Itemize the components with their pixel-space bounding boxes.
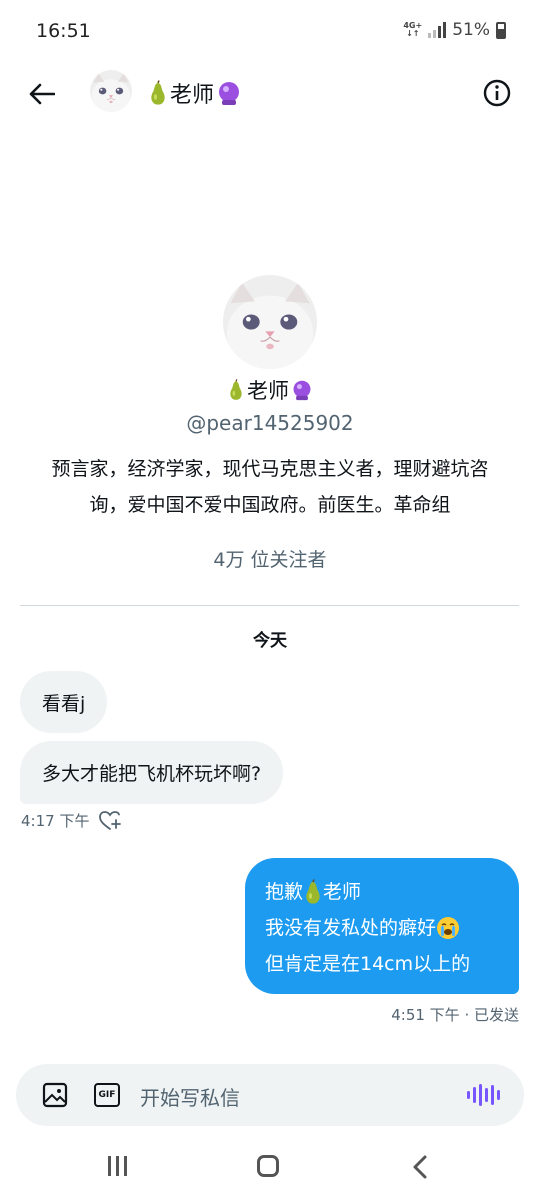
incoming-message[interactable]: 多大才能把飞机杯玩坏啊?: [20, 741, 284, 804]
back-arrow-icon: [29, 83, 55, 105]
home-icon[interactable]: [257, 1155, 279, 1177]
message-text: 看看j: [42, 692, 86, 715]
message-composer: GIF 开始写私信: [16, 1064, 524, 1126]
gif-icon[interactable]: GIF: [94, 1083, 120, 1107]
message-input[interactable]: 开始写私信: [140, 1082, 240, 1111]
heart-plus-icon[interactable]: [99, 810, 122, 831]
recent-apps-icon[interactable]: [108, 1156, 127, 1176]
info-button[interactable]: [478, 74, 516, 112]
header-name[interactable]: 老师: [148, 77, 242, 109]
voice-icon[interactable]: [467, 1084, 500, 1106]
message-text: 抱歉: [265, 881, 304, 903]
conversation-header: 老师: [0, 62, 540, 124]
pear-emoji-icon: [303, 879, 323, 905]
status-icons: 4G+ ↓↑ 51%: [403, 20, 506, 40]
cat-avatar-image: [223, 275, 317, 369]
image-icon[interactable]: [42, 1082, 68, 1108]
outgoing-message[interactable]: 抱歉 老师 我没有发私处的癖好 但肯定是在14cm以上的: [245, 858, 519, 994]
header-name-text: 老师: [170, 83, 215, 108]
message-line: 我没有发私处的癖好: [265, 910, 499, 946]
profile-bio: 预言家，经济学家，现代马克思主义者，理财避坑咨询，爱中国不爱中国政府。前医生。革…: [51, 458, 489, 516]
profile-name: 老师: [0, 375, 540, 405]
message-text: 多大才能把飞机杯玩坏啊?: [42, 763, 262, 785]
incoming-message-meta: 4:17 下午: [21, 810, 122, 831]
status-time: 16:51: [36, 20, 91, 42]
battery-icon: [496, 21, 506, 39]
profile-card[interactable]: 老师 @pear14525902 预言家，经济学家，现代马克思主义者，理财避坑咨…: [0, 275, 540, 572]
message-line: 但肯定是在14cm以上的: [265, 946, 499, 982]
pear-emoji-icon: [148, 80, 168, 106]
message-time: 4:17 下午: [21, 812, 90, 830]
crystal-ball-emoji-icon: [291, 379, 313, 401]
message-line: 抱歉 老师: [265, 874, 499, 910]
header-avatar[interactable]: [90, 70, 132, 112]
nav-back-icon[interactable]: [410, 1154, 430, 1180]
profile-name-text: 老师: [247, 379, 289, 403]
crystal-ball-emoji-icon: [216, 80, 242, 106]
battery-percent: 51%: [452, 20, 490, 40]
back-button[interactable]: [22, 74, 62, 114]
message-text: 但肯定是在14cm以上的: [265, 953, 471, 975]
system-nav-bar: [0, 1136, 540, 1200]
network-type-icon: 4G+ ↓↑: [403, 21, 423, 38]
crying-face-emoji-icon: [436, 916, 460, 940]
profile-avatar[interactable]: [223, 275, 317, 369]
cat-avatar-image: [90, 70, 132, 112]
info-icon: [483, 79, 511, 107]
profile-handle: @pear14525902: [186, 411, 354, 435]
signal-icon: [428, 22, 447, 38]
followers-count: 4万 位关注者: [213, 549, 327, 571]
pear-emoji-icon: [227, 379, 245, 401]
divider: [20, 605, 519, 606]
status-bar: 16:51 4G+ ↓↑ 51%: [0, 0, 540, 62]
gif-label: GIF: [98, 1090, 116, 1100]
date-separator: 今天: [253, 631, 287, 651]
outgoing-message-meta: 4:51 下午 · 已发送: [391, 1006, 519, 1024]
message-text: 我没有发私处的癖好: [265, 917, 437, 939]
message-text: 老师: [323, 881, 362, 903]
incoming-message[interactable]: 看看j: [20, 671, 108, 733]
